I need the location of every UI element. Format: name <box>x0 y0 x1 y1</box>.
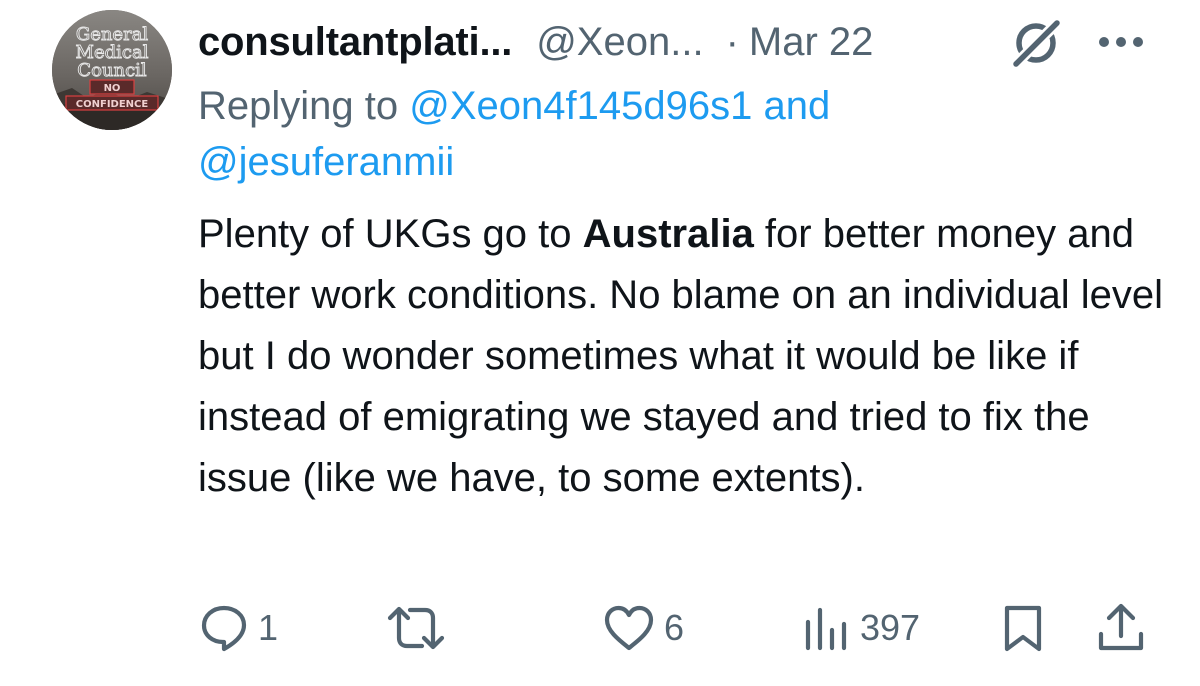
views-count: 397 <box>860 607 921 648</box>
views-icon <box>805 607 847 651</box>
avatar[interactable]: General Medical Council NO CONFIDENCE <box>52 10 172 130</box>
like-button[interactable]: 6 <box>602 596 684 660</box>
share-button[interactable] <box>1096 596 1146 660</box>
mention-link-2[interactable]: @jesuferanmii <box>198 140 454 184</box>
body-text-start: Plenty of UKGs go to <box>198 212 583 256</box>
user-handle[interactable]: @Xeon... <box>536 20 703 65</box>
action-bar: 1 6 397 <box>0 596 1200 660</box>
share-icon <box>1098 603 1144 651</box>
tweet: General Medical Council NO CONFIDENCE co… <box>0 0 1200 686</box>
separator-dot: · <box>725 19 739 64</box>
more-icon[interactable] <box>1098 36 1144 48</box>
replying-prefix: Replying to <box>198 84 399 128</box>
reply-button[interactable]: 1 <box>198 596 278 660</box>
tweet-date[interactable]: Mar 22 <box>749 20 874 65</box>
reply-count: 1 <box>258 607 279 648</box>
replying-to: Replying to @Xeon4f145d96s1 and @jesufer… <box>198 78 1158 190</box>
replying-and[interactable]: and <box>763 84 830 128</box>
avatar-icon: General Medical Council NO CONFIDENCE <box>52 10 172 130</box>
retweet-icon <box>387 606 445 650</box>
avatar-stamp-line-1: NO <box>104 83 121 94</box>
display-name[interactable]: consultantplati... <box>198 20 512 65</box>
mention-link-1[interactable]: @Xeon4f145d96s1 <box>409 84 752 128</box>
body-text-bold: Australia <box>582 212 754 256</box>
tweet-body: Plenty of UKGs go to Australia for bette… <box>198 204 1178 509</box>
bookmark-button[interactable] <box>1000 596 1046 660</box>
bookmark-icon <box>1004 605 1042 652</box>
like-count: 6 <box>664 607 685 648</box>
heart-icon <box>604 605 654 651</box>
retweet-button[interactable] <box>386 596 454 660</box>
avatar-stamp-line-2: CONFIDENCE <box>76 99 149 110</box>
reply-icon <box>201 605 247 652</box>
views-button[interactable]: 397 <box>802 596 920 660</box>
tweet-header: consultantplati... @Xeon... · Mar 22 <box>198 14 873 70</box>
grok-icon[interactable] <box>1008 15 1064 71</box>
avatar-logo-line-3: Council <box>77 60 147 81</box>
